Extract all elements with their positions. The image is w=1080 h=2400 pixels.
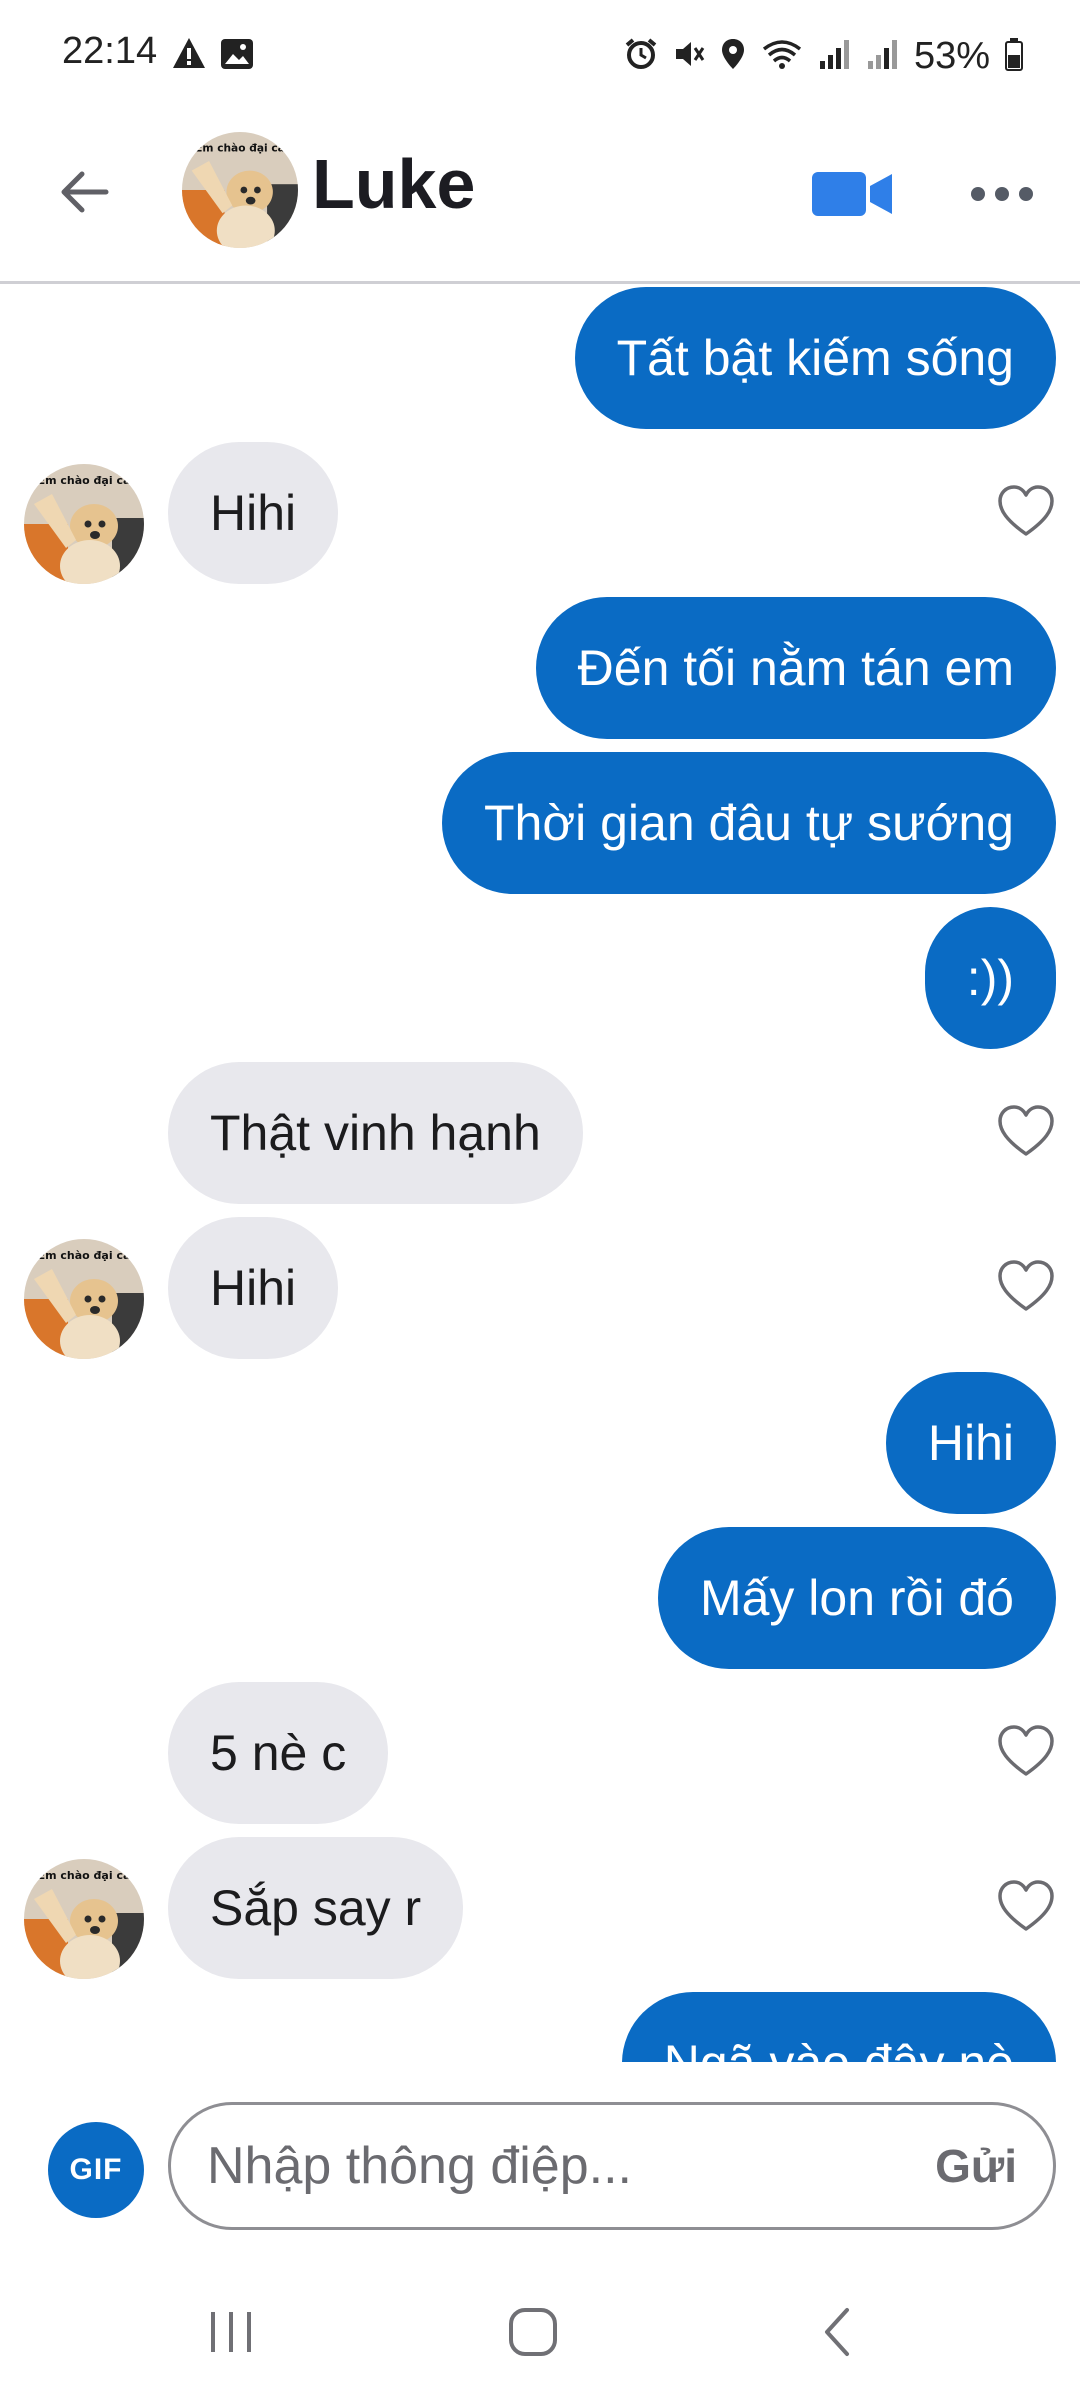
message-row: Em chào đại ca Hihi bbox=[0, 1217, 1080, 1359]
outgoing-message[interactable]: Tất bật kiếm sống bbox=[574, 287, 1056, 429]
heart-icon[interactable] bbox=[996, 1722, 1056, 1782]
message-row: Em chào đại ca Sắp say r bbox=[0, 1837, 1080, 1979]
message-row: Đến tối nằm tán em bbox=[0, 597, 1080, 739]
signal-icon bbox=[818, 37, 852, 76]
outgoing-message[interactable]: Ngã vào đây nè bbox=[621, 1992, 1056, 2062]
recent-apps-icon bbox=[211, 2312, 251, 2352]
sender-avatar[interactable]: Em chào đại ca bbox=[24, 464, 144, 584]
message-row: 5 nè c bbox=[0, 1682, 1080, 1824]
message-row: Mấy lon rồi đó bbox=[0, 1527, 1080, 1669]
outgoing-message[interactable]: Thời gian đâu tự sướng bbox=[441, 752, 1056, 894]
recent-apps-button[interactable] bbox=[186, 2292, 276, 2372]
incoming-message[interactable]: Hihi bbox=[168, 442, 339, 584]
status-icons: 53% bbox=[624, 30, 1024, 82]
back-button[interactable] bbox=[48, 156, 120, 228]
incoming-message[interactable]: Thật vinh hạnh bbox=[168, 1062, 583, 1204]
input-placeholder: Nhập thông điệp... bbox=[207, 2137, 632, 2195]
alarm-icon bbox=[624, 37, 658, 76]
home-button[interactable] bbox=[488, 2292, 578, 2372]
status-bar: 22:14 53% bbox=[0, 0, 1080, 110]
avatar-caption: Em chào đại ca bbox=[38, 1249, 131, 1262]
home-icon bbox=[509, 2308, 557, 2356]
wifi-icon bbox=[760, 37, 804, 76]
heart-icon[interactable] bbox=[996, 482, 1056, 542]
more-horizontal-icon bbox=[971, 187, 1033, 201]
mute-icon bbox=[672, 37, 706, 76]
contact-name[interactable]: Luke bbox=[312, 144, 475, 224]
battery-icon bbox=[1004, 37, 1024, 76]
outgoing-message[interactable]: Hihi bbox=[885, 1372, 1056, 1514]
battery-percent: 53% bbox=[913, 34, 990, 77]
location-icon bbox=[720, 37, 746, 76]
send-button[interactable]: Gửi bbox=[935, 2105, 1017, 2227]
incoming-message[interactable]: 5 nè c bbox=[168, 1682, 389, 1824]
avatar-caption: Em chào đại ca bbox=[38, 1869, 131, 1882]
signal-icon bbox=[866, 37, 900, 76]
message-input[interactable]: Nhập thông điệp... Gửi bbox=[168, 2102, 1056, 2230]
sender-avatar[interactable]: Em chào đại ca bbox=[24, 1859, 144, 1979]
system-back-button[interactable] bbox=[792, 2292, 882, 2372]
message-composer: GIF Nhập thông điệp... Gửi bbox=[0, 2062, 1080, 2262]
warning-icon bbox=[171, 36, 207, 75]
heart-icon[interactable] bbox=[996, 1877, 1056, 1937]
message-row: :)) bbox=[0, 907, 1080, 1049]
more-options-button[interactable] bbox=[966, 162, 1038, 226]
back-icon bbox=[825, 2308, 849, 2356]
message-row: Thật vinh hạnh bbox=[0, 1062, 1080, 1204]
heart-icon[interactable] bbox=[996, 1102, 1056, 1162]
video-call-button[interactable] bbox=[806, 162, 898, 226]
outgoing-message[interactable]: Mấy lon rồi đó bbox=[657, 1527, 1056, 1669]
message-row: Hihi bbox=[0, 1372, 1080, 1514]
system-nav-bar bbox=[0, 2262, 1080, 2400]
chat-header: Em chào đại ca Luke bbox=[0, 110, 1080, 284]
video-camera-icon bbox=[812, 172, 892, 216]
message-list[interactable]: Tất bật kiếm sống Em chào đại ca Hihi Đế… bbox=[0, 287, 1080, 2062]
incoming-message[interactable]: Hihi bbox=[168, 1217, 339, 1359]
status-time: 22:14 bbox=[62, 30, 158, 72]
heart-icon[interactable] bbox=[996, 1257, 1056, 1317]
message-row: Tất bật kiếm sống bbox=[0, 287, 1080, 429]
outgoing-message[interactable]: :)) bbox=[924, 907, 1056, 1049]
outgoing-message[interactable]: Đến tối nằm tán em bbox=[535, 597, 1056, 739]
avatar-caption: Em chào đại ca bbox=[38, 474, 131, 487]
message-row: Thời gian đâu tự sướng bbox=[0, 752, 1080, 894]
gif-button[interactable]: GIF bbox=[48, 2122, 144, 2218]
arrow-left-icon bbox=[61, 171, 109, 213]
gallery-icon bbox=[220, 38, 254, 75]
incoming-message[interactable]: Sắp say r bbox=[168, 1837, 464, 1979]
contact-avatar[interactable]: Em chào đại ca bbox=[182, 132, 298, 248]
sender-avatar[interactable]: Em chào đại ca bbox=[24, 1239, 144, 1359]
message-row: Em chào đại ca Hihi bbox=[0, 442, 1080, 584]
message-row: Ngã vào đây nè bbox=[0, 1992, 1080, 2062]
avatar-caption: Em chào đại ca bbox=[195, 141, 285, 154]
